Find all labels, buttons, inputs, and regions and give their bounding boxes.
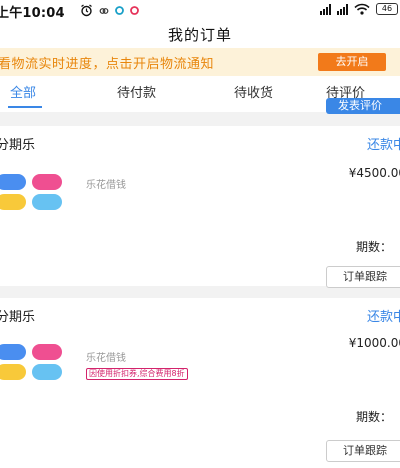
status-left-icons — [80, 4, 139, 17]
order-status: 还款中 — [366, 138, 400, 153]
order-card[interactable]: 分期乐 还款中 乐花借钱 ¥4500.00 期数： 订单跟踪 — [0, 126, 400, 288]
notice-text: 看物流实时进度，点击开启物流通知 — [0, 57, 215, 72]
order-tracking-button[interactable]: 订单跟踪 — [326, 440, 400, 462]
period-label: 期数： — [356, 240, 393, 254]
title-bar: 我的订单 — [0, 22, 400, 48]
battery-icon: 46 — [376, 3, 398, 15]
enable-notification-button[interactable]: 去开启 — [318, 53, 386, 71]
lexin-logo-icon — [0, 174, 64, 214]
status-right-icons: 46 — [320, 3, 398, 15]
tab-all[interactable]: 全部 — [10, 82, 36, 101]
tab-pending-receipt[interactable]: 待收货 — [234, 82, 273, 101]
order-tracking-button[interactable]: 订单跟踪 — [326, 266, 400, 288]
signal-icon — [337, 3, 348, 15]
order-card[interactable]: 分期乐 还款中 乐花借钱 因使用折扣券,综合费用8折 ¥1000.00 期数： … — [0, 298, 400, 468]
wifi-icon — [354, 3, 370, 15]
store-name: 分期乐 — [0, 138, 36, 153]
app-dot-icon — [115, 6, 124, 15]
tab-pending-payment[interactable]: 待付款 — [117, 82, 156, 101]
order-status: 还款中 — [366, 310, 400, 325]
product-name: 乐花借钱 — [86, 180, 126, 191]
alarm-clock-icon — [81, 4, 92, 17]
status-bar: 上午10:04 46 — [0, 0, 400, 22]
app-dot-icon — [130, 6, 139, 15]
status-time: 上午10:04 — [0, 6, 65, 21]
order-price: ¥4500.00 — [348, 166, 400, 180]
period-label: 期数： — [356, 410, 393, 424]
lexin-logo-icon — [0, 344, 64, 384]
product-name: 乐花借钱 — [86, 353, 126, 364]
page-title: 我的订单 — [167, 26, 232, 44]
store-name: 分期乐 — [0, 310, 36, 325]
signal-icon — [320, 3, 331, 15]
post-review-button[interactable]: 发表评价 — [326, 98, 400, 114]
link-icon — [99, 7, 109, 14]
coupon-badge: 因使用折扣券,综合费用8折 — [86, 368, 188, 380]
active-tab-indicator — [8, 106, 42, 108]
order-price: ¥1000.00 — [348, 336, 400, 350]
